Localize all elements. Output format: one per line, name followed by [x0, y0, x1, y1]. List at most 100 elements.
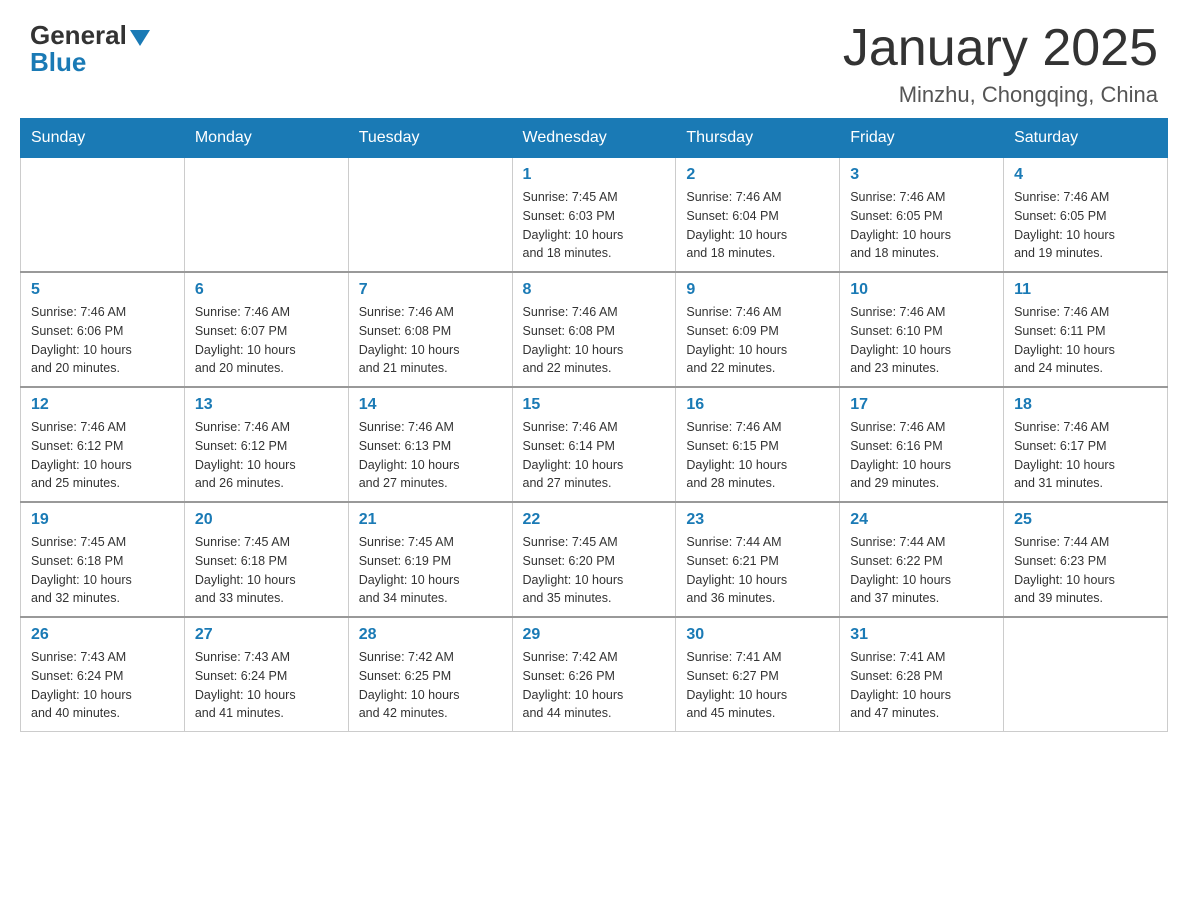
calendar-cell: 11 Sunrise: 7:46 AM Sunset: 6:11 PM Dayli… [1004, 272, 1168, 387]
day-number: 25 [1014, 511, 1157, 529]
calendar-cell [184, 158, 348, 273]
calendar-cell: 17 Sunrise: 7:46 AM Sunset: 6:16 PM Dayli… [840, 387, 1004, 502]
calendar-cell: 19Sunrise: 7:45 AM Sunset: 6:18 PM Dayli… [21, 502, 185, 617]
day-info: Sunrise: 7:46 AM Sunset: 6:13 PM Dayligh… [359, 418, 502, 493]
day-info: Sunrise: 7:46 AM Sunset: 6:09 PM Dayligh… [686, 303, 829, 378]
day-info: Sunrise: 7:45 AM Sunset: 6:03 PM Dayligh… [523, 188, 666, 263]
day-number: 31 [850, 626, 993, 644]
calendar-cell: 12 Sunrise: 7:46 AM Sunset: 6:12 PM Dayli… [21, 387, 185, 502]
calendar-cell: 1 Sunrise: 7:45 AM Sunset: 6:03 PM Daylig… [512, 158, 676, 273]
calendar-cell: 15 Sunrise: 7:46 AM Sunset: 6:14 PM Dayli… [512, 387, 676, 502]
day-info: Sunrise: 7:46 AM Sunset: 6:08 PM Dayligh… [523, 303, 666, 378]
calendar-cell: 20 Sunrise: 7:45 AM Sunset: 6:18 PM Dayli… [184, 502, 348, 617]
calendar-cell: 25 Sunrise: 7:44 AM Sunset: 6:23 PM Dayli… [1004, 502, 1168, 617]
day-info: Sunrise: 7:44 AM Sunset: 6:23 PM Dayligh… [1014, 533, 1157, 608]
calendar-cell: 3Sunrise: 7:46 AM Sunset: 6:05 PM Daylig… [840, 158, 1004, 273]
day-number: 7 [359, 281, 502, 299]
day-number: 14 [359, 396, 502, 414]
day-number: 1 [523, 166, 666, 184]
calendar-week-row-1: 1 Sunrise: 7:45 AM Sunset: 6:03 PM Daylig… [21, 158, 1168, 273]
day-number: 22 [523, 511, 666, 529]
weekday-header-thursday: Thursday [676, 119, 840, 158]
day-info: Sunrise: 7:45 AM Sunset: 6:18 PM Dayligh… [195, 533, 338, 608]
day-number: 24 [850, 511, 993, 529]
calendar-cell: 9 Sunrise: 7:46 AM Sunset: 6:09 PM Daylig… [676, 272, 840, 387]
day-number: 6 [195, 281, 338, 299]
weekday-header-wednesday: Wednesday [512, 119, 676, 158]
calendar-cell: 26Sunrise: 7:43 AM Sunset: 6:24 PM Dayli… [21, 617, 185, 732]
day-number: 12 [31, 396, 174, 414]
day-info: Sunrise: 7:46 AM Sunset: 6:14 PM Dayligh… [523, 418, 666, 493]
day-number: 5 [31, 281, 174, 299]
calendar-cell: 29 Sunrise: 7:42 AM Sunset: 6:26 PM Dayli… [512, 617, 676, 732]
calendar-cell: 16Sunrise: 7:46 AM Sunset: 6:15 PM Dayli… [676, 387, 840, 502]
calendar-cell [348, 158, 512, 273]
day-number: 16 [686, 396, 829, 414]
title-section: January 2025 Minzhu, Chongqing, China [843, 20, 1158, 108]
day-info: Sunrise: 7:46 AM Sunset: 6:07 PM Dayligh… [195, 303, 338, 378]
calendar-cell: 27 Sunrise: 7:43 AM Sunset: 6:24 PM Dayli… [184, 617, 348, 732]
calendar-cell: 14 Sunrise: 7:46 AM Sunset: 6:13 PM Dayli… [348, 387, 512, 502]
day-number: 27 [195, 626, 338, 644]
day-number: 29 [523, 626, 666, 644]
day-number: 19 [31, 511, 174, 529]
day-number: 21 [359, 511, 502, 529]
day-number: 9 [686, 281, 829, 299]
calendar-cell: 7 Sunrise: 7:46 AM Sunset: 6:08 PM Daylig… [348, 272, 512, 387]
weekday-header-monday: Monday [184, 119, 348, 158]
day-info: Sunrise: 7:46 AM Sunset: 6:12 PM Dayligh… [195, 418, 338, 493]
weekday-header-tuesday: Tuesday [348, 119, 512, 158]
weekday-header-friday: Friday [840, 119, 1004, 158]
day-info: Sunrise: 7:44 AM Sunset: 6:21 PM Dayligh… [686, 533, 829, 608]
day-info: Sunrise: 7:42 AM Sunset: 6:26 PM Dayligh… [523, 648, 666, 723]
day-info: Sunrise: 7:46 AM Sunset: 6:05 PM Dayligh… [1014, 188, 1157, 263]
day-info: Sunrise: 7:41 AM Sunset: 6:27 PM Dayligh… [686, 648, 829, 723]
location-text: Minzhu, Chongqing, China [843, 82, 1158, 108]
calendar-cell: 28Sunrise: 7:42 AM Sunset: 6:25 PM Dayli… [348, 617, 512, 732]
calendar-cell: 24 Sunrise: 7:44 AM Sunset: 6:22 PM Dayli… [840, 502, 1004, 617]
day-info: Sunrise: 7:42 AM Sunset: 6:25 PM Dayligh… [359, 648, 502, 723]
calendar-cell: 10Sunrise: 7:46 AM Sunset: 6:10 PM Dayli… [840, 272, 1004, 387]
day-number: 11 [1014, 281, 1157, 299]
day-info: Sunrise: 7:45 AM Sunset: 6:20 PM Dayligh… [523, 533, 666, 608]
day-number: 17 [850, 396, 993, 414]
day-info: Sunrise: 7:41 AM Sunset: 6:28 PM Dayligh… [850, 648, 993, 723]
day-number: 15 [523, 396, 666, 414]
day-info: Sunrise: 7:43 AM Sunset: 6:24 PM Dayligh… [195, 648, 338, 723]
calendar-cell: 13Sunrise: 7:46 AM Sunset: 6:12 PM Dayli… [184, 387, 348, 502]
calendar-cell: 18 Sunrise: 7:46 AM Sunset: 6:17 PM Dayli… [1004, 387, 1168, 502]
day-info: Sunrise: 7:46 AM Sunset: 6:11 PM Dayligh… [1014, 303, 1157, 378]
day-number: 30 [686, 626, 829, 644]
day-number: 2 [686, 166, 829, 184]
day-info: Sunrise: 7:46 AM Sunset: 6:17 PM Dayligh… [1014, 418, 1157, 493]
calendar-cell: 21 Sunrise: 7:45 AM Sunset: 6:19 PM Dayli… [348, 502, 512, 617]
calendar-cell [21, 158, 185, 273]
day-info: Sunrise: 7:46 AM Sunset: 6:08 PM Dayligh… [359, 303, 502, 378]
day-number: 8 [523, 281, 666, 299]
month-title: January 2025 [843, 20, 1158, 77]
day-number: 26 [31, 626, 174, 644]
calendar-week-row-2: 5 Sunrise: 7:46 AM Sunset: 6:06 PM Daylig… [21, 272, 1168, 387]
day-info: Sunrise: 7:46 AM Sunset: 6:04 PM Dayligh… [686, 188, 829, 263]
calendar-cell: 22 Sunrise: 7:45 AM Sunset: 6:20 PM Dayli… [512, 502, 676, 617]
page-header: General Blue January 2025 Minzhu, Chongq… [0, 0, 1188, 118]
day-info: Sunrise: 7:46 AM Sunset: 6:06 PM Dayligh… [31, 303, 174, 378]
day-number: 18 [1014, 396, 1157, 414]
day-info: Sunrise: 7:46 AM Sunset: 6:10 PM Dayligh… [850, 303, 993, 378]
day-info: Sunrise: 7:46 AM Sunset: 6:16 PM Dayligh… [850, 418, 993, 493]
calendar-cell: 5 Sunrise: 7:46 AM Sunset: 6:06 PM Daylig… [21, 272, 185, 387]
calendar-cell: 23Sunrise: 7:44 AM Sunset: 6:21 PM Dayli… [676, 502, 840, 617]
day-number: 20 [195, 511, 338, 529]
calendar-table: SundayMondayTuesdayWednesdayThursdayFrid… [20, 118, 1168, 732]
day-number: 3 [850, 166, 993, 184]
day-info: Sunrise: 7:46 AM Sunset: 6:12 PM Dayligh… [31, 418, 174, 493]
day-info: Sunrise: 7:45 AM Sunset: 6:19 PM Dayligh… [359, 533, 502, 608]
weekday-header-sunday: Sunday [21, 119, 185, 158]
calendar-cell: 6 Sunrise: 7:46 AM Sunset: 6:07 PM Daylig… [184, 272, 348, 387]
calendar-cell [1004, 617, 1168, 732]
calendar-week-row-4: 19 Sunrise: 7:45 AM Sunset: 6:18 PM Dayli… [21, 502, 1168, 617]
calendar-cell: 2 Sunrise: 7:46 AM Sunset: 6:04 PM Daylig… [676, 158, 840, 273]
calendar-cell: 30 Sunrise: 7:41 AM Sunset: 6:27 PM Dayli… [676, 617, 840, 732]
day-info: Sunrise: 7:44 AM Sunset: 6:22 PM Dayligh… [850, 533, 993, 608]
calendar-cell: 31 Sunrise: 7:41 AM Sunset: 6:28 PM Dayli… [840, 617, 1004, 732]
